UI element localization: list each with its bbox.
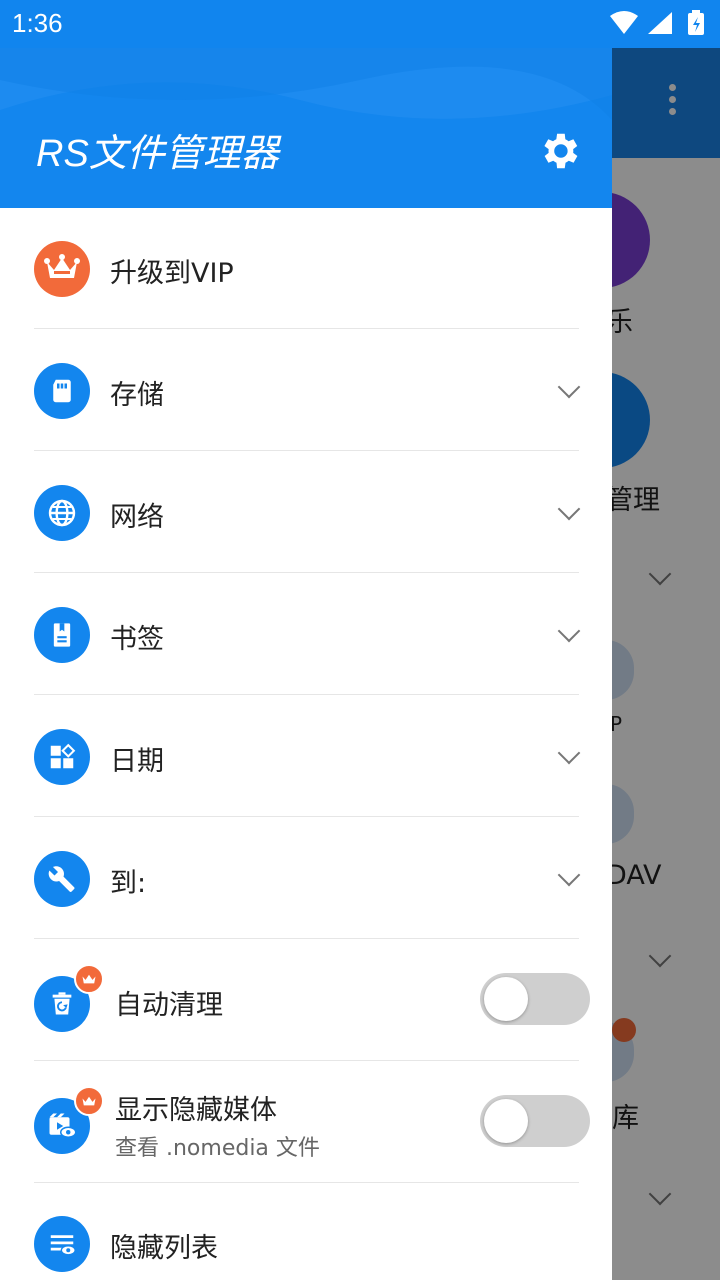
divider [34, 938, 579, 939]
vip-crown-badge-icon [74, 964, 104, 994]
navigation-drawer: RS文件管理器 升级到VIP 存储 网络 书签 日期 到: 自动清理 显示隐藏媒… [0, 0, 612, 1280]
status-time: 1:36 [12, 8, 63, 38]
hidden-list-label: 隐藏列表 [110, 1233, 218, 1264]
drawer-item-label: 网络 [110, 502, 164, 533]
upgrade-vip-item[interactable]: 升级到VIP [0, 208, 612, 330]
drawer-item-label: 存储 [110, 380, 164, 411]
wrench-icon [34, 851, 90, 907]
divider [34, 1060, 579, 1061]
wifi-icon [610, 11, 638, 34]
chevron-down-icon[interactable] [557, 619, 581, 643]
globe-icon [34, 485, 90, 541]
widgets-icon [34, 729, 90, 785]
divider [34, 572, 579, 573]
chevron-down-icon[interactable] [557, 741, 581, 765]
gear-icon[interactable] [536, 128, 582, 174]
battery-icon [688, 10, 704, 35]
auto-clean-item[interactable]: 自动清理 [0, 940, 612, 1062]
hidden-list-item[interactable]: 隐藏列表 [0, 1184, 612, 1280]
chevron-down-icon[interactable] [557, 497, 581, 521]
bookmark-icon [34, 607, 90, 663]
signal-icon [648, 12, 672, 34]
drawer-item-label: 日期 [110, 746, 164, 777]
drawer-item-network[interactable]: 网络 [0, 452, 612, 574]
show-hidden-media-sublabel: 查看 .nomedia 文件 [115, 1136, 320, 1161]
show-hidden-media-label: 显示隐藏媒体 [115, 1095, 277, 1126]
chevron-down-icon[interactable] [557, 863, 581, 887]
hidden-list-icon [34, 1216, 90, 1272]
status-bar: 1:36 [0, 0, 720, 48]
vip-label: 升级到VIP [110, 258, 234, 289]
chevron-down-icon[interactable] [557, 375, 581, 399]
divider [34, 450, 579, 451]
vip-crown-badge-icon [74, 1086, 104, 1116]
drawer-item-bookmarks[interactable]: 书签 [0, 574, 612, 696]
drawer-item-date[interactable]: 日期 [0, 696, 612, 818]
sd-card-icon [34, 363, 90, 419]
crown-icon [34, 241, 90, 297]
show-hidden-media-toggle[interactable] [480, 1095, 590, 1147]
divider [34, 1182, 579, 1183]
drawer-item-tools[interactable]: 到: [0, 818, 612, 940]
divider [34, 694, 579, 695]
divider [34, 816, 579, 817]
drawer-title: RS文件管理器 [36, 133, 279, 175]
show-hidden-media-item[interactable]: 显示隐藏媒体 查看 .nomedia 文件 [0, 1062, 612, 1184]
auto-clean-toggle[interactable] [480, 973, 590, 1025]
status-icons [610, 10, 704, 35]
auto-clean-label: 自动清理 [115, 990, 223, 1021]
divider [34, 328, 579, 329]
drawer-item-label: 书签 [110, 624, 164, 655]
drawer-item-label: 到: [110, 868, 147, 899]
drawer-item-storage[interactable]: 存储 [0, 330, 612, 452]
